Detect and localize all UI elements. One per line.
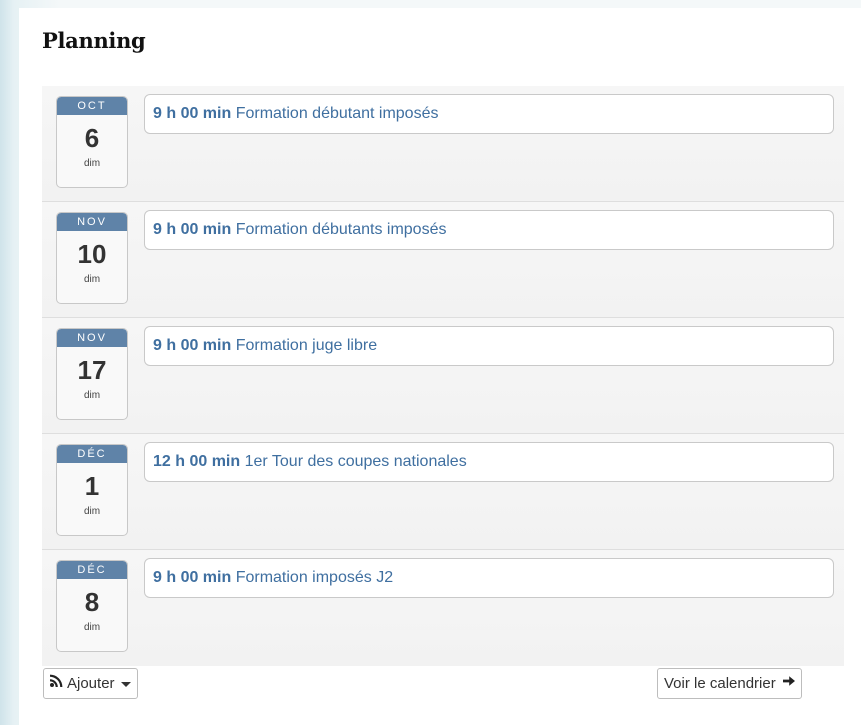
add-feed-label: Ajouter bbox=[67, 675, 115, 692]
event-link[interactable]: 12 h 00 min 1er Tour des coupes national… bbox=[144, 442, 834, 482]
event-item: NOV 10 dim 9 h 00 min Formation débutant… bbox=[42, 202, 844, 318]
arrow-right-icon bbox=[782, 668, 795, 697]
event-item: NOV 17 dim 9 h 00 min Formation juge lib… bbox=[42, 318, 844, 434]
event-time: 9 h 00 min bbox=[153, 221, 232, 238]
event-time: 9 h 00 min bbox=[153, 569, 232, 586]
date-weekday: dim bbox=[83, 158, 101, 169]
widget-title: Planning bbox=[42, 28, 146, 53]
event-item: DÉC 1 dim 12 h 00 min 1er Tour des coupe… bbox=[42, 434, 844, 550]
event-name: 1er Tour des coupes nationales bbox=[244, 453, 467, 470]
event-link[interactable]: 9 h 00 min Formation imposés J2 bbox=[144, 558, 834, 598]
date-weekday: dim bbox=[83, 390, 101, 401]
date-day: 1 bbox=[84, 471, 100, 501]
date-month: OCT bbox=[57, 97, 127, 115]
caret-down-icon bbox=[120, 681, 131, 687]
planning-widget: Planning OCT 6 dim 9 h 00 min Formation … bbox=[19, 8, 861, 725]
date-badge: NOV 10 dim bbox=[56, 212, 128, 304]
date-badge: DÉC 1 dim bbox=[56, 444, 128, 536]
event-time: 9 h 00 min bbox=[153, 337, 232, 354]
event-link[interactable]: 9 h 00 min Formation juge libre bbox=[144, 326, 834, 366]
date-weekday: dim bbox=[83, 274, 101, 285]
event-name: Formation imposés J2 bbox=[235, 569, 394, 586]
add-feed-button[interactable]: Ajouter bbox=[43, 668, 138, 699]
event-link[interactable]: 9 h 00 min Formation débutant imposés bbox=[144, 94, 834, 134]
date-badge: OCT 6 dim bbox=[56, 96, 128, 188]
date-badge: DÉC 8 dim bbox=[56, 560, 128, 652]
rss-icon bbox=[50, 668, 63, 697]
date-weekday: dim bbox=[83, 622, 101, 633]
date-month: NOV bbox=[57, 329, 127, 347]
event-name: Formation débutants imposés bbox=[235, 221, 447, 238]
event-name: Formation débutant imposés bbox=[235, 105, 439, 122]
date-day: 8 bbox=[84, 587, 100, 617]
date-badge: NOV 17 dim bbox=[56, 328, 128, 420]
event-list: OCT 6 dim 9 h 00 min Formation débutant … bbox=[42, 86, 844, 666]
date-day: 17 bbox=[77, 355, 107, 385]
view-calendar-label: Voir le calendrier bbox=[664, 675, 776, 692]
date-weekday: dim bbox=[83, 506, 101, 517]
event-link[interactable]: 9 h 00 min Formation débutants imposés bbox=[144, 210, 834, 250]
event-time: 12 h 00 min bbox=[153, 453, 241, 470]
view-calendar-button[interactable]: Voir le calendrier bbox=[657, 668, 802, 699]
date-month: DÉC bbox=[57, 445, 127, 463]
date-month: NOV bbox=[57, 213, 127, 231]
event-item: OCT 6 dim 9 h 00 min Formation débutant … bbox=[42, 86, 844, 202]
event-item: DÉC 8 dim 9 h 00 min Formation imposés J… bbox=[42, 550, 844, 666]
date-month: DÉC bbox=[57, 561, 127, 579]
date-day: 10 bbox=[77, 239, 107, 269]
event-name: Formation juge libre bbox=[235, 337, 378, 354]
event-time: 9 h 00 min bbox=[153, 105, 232, 122]
date-day: 6 bbox=[84, 123, 100, 153]
